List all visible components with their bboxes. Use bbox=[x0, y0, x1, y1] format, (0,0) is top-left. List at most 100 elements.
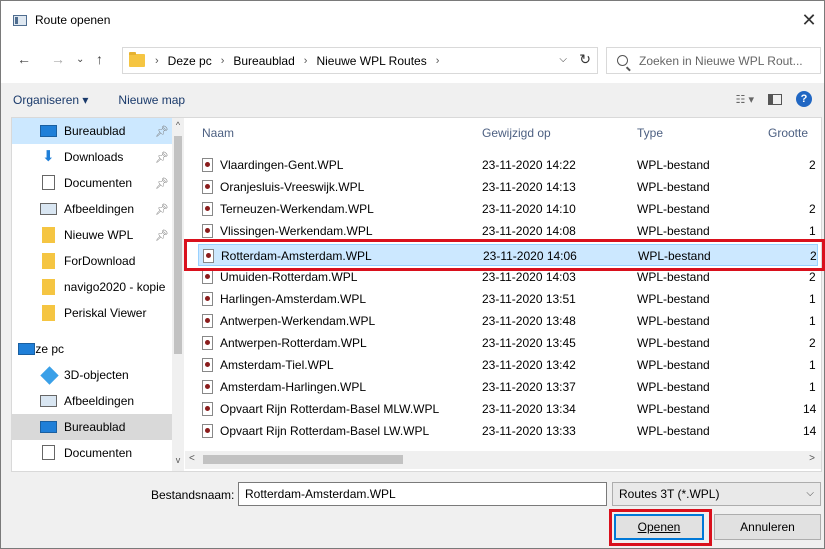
filename-input[interactable]: Rotterdam-Amsterdam.WPL bbox=[238, 482, 607, 506]
nav-scrollbar[interactable]: ^ v bbox=[172, 118, 184, 471]
scroll-right-icon[interactable]: > bbox=[809, 453, 815, 464]
file-row[interactable]: Harlingen-Amsterdam.WPL 23-11-2020 13:51 W… bbox=[198, 288, 818, 310]
forward-arrow-icon[interactable]: → bbox=[51, 51, 65, 67]
file-row[interactable]: Opvaart Rijn Rotterdam-Basel LW.WPL 23-11… bbox=[198, 420, 818, 442]
horizontal-scrollbar[interactable]: < > bbox=[185, 451, 821, 469]
file-type-filter[interactable]: Routes 3T (*.WPL) ⌵ bbox=[612, 482, 821, 506]
file-row[interactable]: Opvaart Rijn Rotterdam-Basel MLW.WPL 23-1… bbox=[198, 398, 818, 420]
folder-icon bbox=[42, 227, 55, 243]
navigation-bar: ← → ⌄ ↑ › Deze pc › Bureaublad › Nieuwe … bbox=[1, 39, 824, 83]
highlight-box-selected-file bbox=[184, 239, 825, 271]
scroll-down-icon[interactable]: v bbox=[172, 455, 184, 469]
browser-panel: Bureaublad 📌︎ ⬇ Downloads 📌︎ Documenten … bbox=[11, 117, 822, 472]
window-title: Route openen bbox=[35, 13, 111, 27]
pictures-icon bbox=[40, 203, 57, 215]
nav-item-bureaublad-pc[interactable]: Bureaublad bbox=[12, 414, 172, 440]
nav-item-deze-pc[interactable]: Deze pc bbox=[12, 336, 172, 362]
column-header-type[interactable]: Type bbox=[637, 118, 663, 148]
file-row[interactable]: Antwerpen-Rotterdam.WPL 23-11-2020 13:45 W… bbox=[198, 332, 818, 354]
nav-item-fordownload[interactable]: ForDownload bbox=[12, 248, 172, 274]
wpl-file-icon bbox=[202, 224, 213, 238]
close-button[interactable]: ✕ bbox=[794, 1, 824, 39]
wpl-file-icon bbox=[202, 358, 213, 372]
pin-icon: 📌︎ bbox=[155, 151, 169, 164]
nav-item-documenten[interactable]: Documenten 📌︎ bbox=[12, 170, 172, 196]
view-options-icon[interactable]: ☷ ▾ bbox=[736, 93, 754, 106]
wpl-file-icon bbox=[202, 380, 213, 394]
wpl-file-icon bbox=[202, 270, 213, 284]
pin-icon: 📌︎ bbox=[155, 203, 169, 216]
folder-icon bbox=[42, 279, 55, 295]
wpl-file-icon bbox=[202, 424, 213, 438]
breadcrumb-item[interactable]: Bureaublad bbox=[233, 54, 294, 68]
nav-item-afbeeldingen[interactable]: Afbeeldingen 📌︎ bbox=[12, 196, 172, 222]
highlight-box-open-button bbox=[609, 509, 712, 546]
help-icon[interactable]: ? bbox=[796, 91, 812, 107]
wpl-file-icon bbox=[202, 202, 213, 216]
document-icon bbox=[42, 445, 55, 460]
nav-item-downloads[interactable]: ⬇ Downloads 📌︎ bbox=[12, 144, 172, 170]
app-icon bbox=[13, 14, 27, 26]
scroll-thumb[interactable] bbox=[174, 136, 182, 354]
file-row[interactable]: Terneuzen-Werkendam.WPL 23-11-2020 14:10 W… bbox=[198, 198, 818, 220]
nav-item-afbeeldingen-pc[interactable]: Afbeeldingen bbox=[12, 388, 172, 414]
recent-locations-chevron-icon[interactable]: ⌄ bbox=[76, 54, 84, 65]
desktop-icon bbox=[40, 125, 57, 137]
back-arrow-icon[interactable]: ← bbox=[17, 51, 31, 67]
desktop-icon bbox=[40, 421, 57, 433]
new-folder-button[interactable]: Nieuwe map bbox=[118, 93, 185, 107]
breadcrumb-item[interactable]: Nieuwe WPL Routes bbox=[316, 54, 426, 68]
nav-item-periskal-viewer[interactable]: Periskal Viewer bbox=[12, 300, 172, 326]
file-row[interactable]: Amsterdam-Harlingen.WPL 23-11-2020 13:37 W… bbox=[198, 376, 818, 398]
address-bar[interactable]: › Deze pc › Bureaublad › Nieuwe WPL Rout… bbox=[122, 47, 598, 74]
file-row[interactable]: Vlaardingen-Gent.WPL 23-11-2020 14:22 WPL-… bbox=[198, 154, 818, 176]
nav-item-nieuwe-wpl[interactable]: Nieuwe WPL 📌︎ bbox=[12, 222, 172, 248]
folder-icon bbox=[42, 305, 55, 321]
folder-icon bbox=[42, 253, 55, 269]
filename-label: Bestandsnaam: bbox=[151, 488, 235, 502]
column-header-size[interactable]: Grootte bbox=[768, 118, 808, 148]
pin-icon: 📌︎ bbox=[155, 229, 169, 242]
preview-pane-icon[interactable] bbox=[768, 93, 782, 105]
file-row[interactable]: Antwerpen-Werkendam.WPL 23-11-2020 13:48 W… bbox=[198, 310, 818, 332]
title-bar: Route openen ✕ bbox=[1, 1, 824, 39]
cancel-button[interactable]: Annuleren bbox=[714, 514, 821, 540]
document-icon bbox=[42, 175, 55, 190]
wpl-file-icon bbox=[202, 158, 213, 172]
search-icon bbox=[617, 55, 628, 66]
pin-icon: 📌︎ bbox=[155, 177, 169, 190]
up-arrow-icon[interactable]: ↑ bbox=[96, 51, 103, 67]
wpl-file-icon bbox=[202, 336, 213, 350]
scroll-left-icon[interactable]: < bbox=[189, 453, 195, 464]
pin-icon: 📌︎ bbox=[155, 125, 169, 138]
open-dialog: Route openen ✕ ← → ⌄ ↑ › Deze pc › Burea… bbox=[0, 0, 825, 549]
chevron-down-icon: ⌵ bbox=[806, 488, 814, 499]
wpl-file-icon bbox=[202, 180, 213, 194]
file-row[interactable]: Oranjesluis-Vreeswijk.WPL 23-11-2020 14:1… bbox=[198, 176, 818, 198]
file-row[interactable]: Amsterdam-Tiel.WPL 23-11-2020 13:42 WPL-be… bbox=[198, 354, 818, 376]
download-icon: ⬇ bbox=[42, 148, 55, 165]
address-dropdown-chevron-icon[interactable]: ⌵ bbox=[559, 54, 567, 65]
refresh-icon[interactable]: ↻ bbox=[579, 51, 591, 68]
search-input[interactable]: Zoeken in Nieuwe WPL Rout... bbox=[606, 47, 821, 74]
nav-item-navigo2020[interactable]: navigo2020 - kopie bbox=[12, 274, 172, 300]
nav-item-3d-objecten[interactable]: 3D-objecten bbox=[12, 362, 172, 388]
breadcrumb-item[interactable]: Deze pc bbox=[168, 54, 212, 68]
folder-icon bbox=[129, 52, 145, 67]
nav-item-documenten-pc[interactable]: Documenten bbox=[12, 440, 172, 466]
pictures-icon bbox=[40, 395, 57, 407]
nav-item-bureaublad[interactable]: Bureaublad 📌︎ bbox=[12, 118, 172, 144]
wpl-file-icon bbox=[202, 402, 213, 416]
scroll-up-icon[interactable]: ^ bbox=[172, 120, 184, 134]
wpl-file-icon bbox=[202, 292, 213, 306]
wpl-file-icon bbox=[202, 314, 213, 328]
file-list: Naam Gewijzigd op Type Grootte Vlaarding… bbox=[185, 118, 821, 471]
computer-icon bbox=[18, 343, 35, 355]
column-header-name[interactable]: Naam bbox=[202, 118, 234, 148]
navigation-pane: Bureaublad 📌︎ ⬇ Downloads 📌︎ Documenten … bbox=[12, 118, 184, 471]
column-header-modified[interactable]: Gewijzigd op bbox=[482, 118, 551, 148]
organize-menu[interactable]: Organiseren ▾ bbox=[13, 93, 88, 107]
cube-icon bbox=[40, 366, 59, 385]
command-toolbar: Organiseren ▾ Nieuwe map ☷ ▾ ? bbox=[1, 83, 824, 117]
scroll-thumb[interactable] bbox=[203, 455, 403, 464]
